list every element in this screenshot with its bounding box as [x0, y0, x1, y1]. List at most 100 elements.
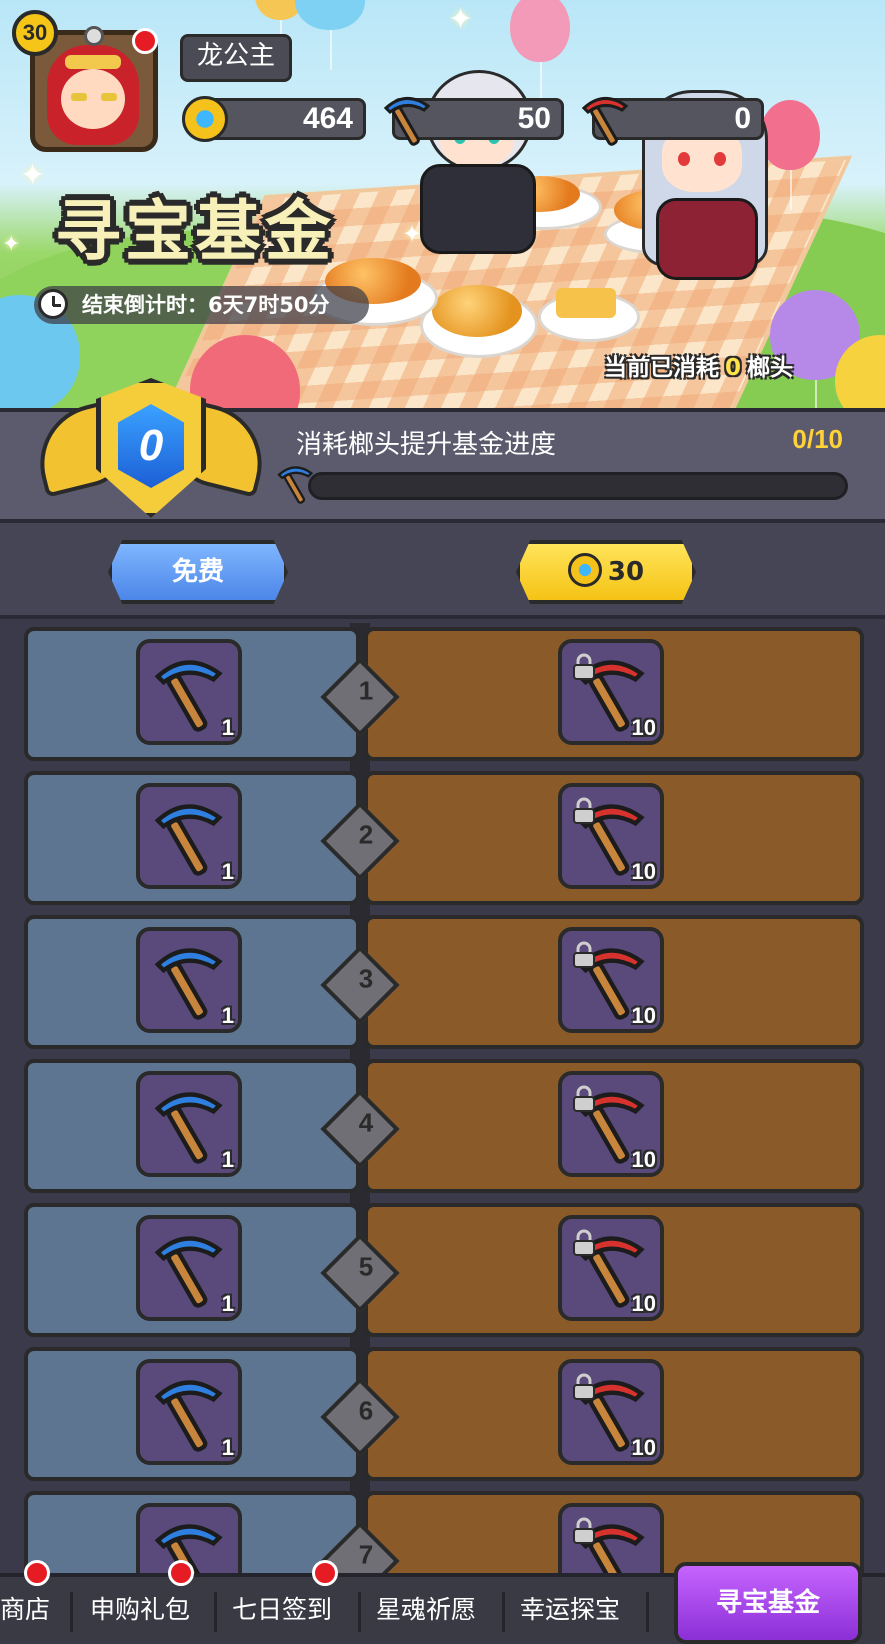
paid-tier-price: 30 — [607, 557, 645, 587]
level-number: 3 — [358, 963, 374, 994]
free-reward-item[interactable]: 1 — [136, 1215, 242, 1321]
diamond-coin-icon — [182, 96, 228, 142]
nav-separator — [358, 1592, 361, 1632]
paid-reward-item[interactable]: 10 — [558, 1503, 664, 1573]
notification-dot — [312, 1560, 338, 1586]
blue-pickaxe-icon — [154, 1236, 223, 1308]
countdown-text: 结束倒计时：6天7时50分 — [82, 293, 330, 317]
mooncake — [432, 285, 522, 337]
reward-row: 1 10 6 — [24, 1343, 864, 1481]
player-name: 龙公主 — [180, 34, 293, 82]
blue-pickaxe-icon — [154, 948, 223, 1020]
free-reward-qty: 1 — [221, 1147, 234, 1172]
red-pickaxe-count: 0 — [734, 102, 751, 135]
red-pickaxe-icon — [581, 97, 629, 146]
nav-separator — [646, 1592, 649, 1632]
countdown-pill: 结束倒计时：6天7时50分 — [34, 286, 370, 324]
nav-separator — [214, 1592, 217, 1632]
free-reward-qty: 1 — [221, 1435, 234, 1460]
lock-icon — [573, 1373, 595, 1400]
lock-icon — [573, 797, 595, 824]
sparkle-icon: ✦ — [20, 158, 46, 193]
free-reward-qty: 1 — [221, 715, 234, 740]
nav-treasure-fund-active[interactable]: 寻宝基金 — [674, 1562, 862, 1644]
free-reward-qty: 1 — [221, 859, 234, 884]
notification-dot — [168, 1560, 194, 1586]
reward-row: 1 10 1 — [24, 623, 864, 761]
clock-icon — [38, 289, 68, 319]
reward-row: 1 10 3 — [24, 911, 864, 1049]
diamond-count: 464 — [302, 102, 353, 135]
progress-bar — [308, 472, 848, 500]
progress-count: 0/10 — [792, 424, 843, 454]
blue-pickaxe-icon — [154, 660, 223, 732]
lock-icon — [573, 653, 595, 680]
reward-row: 1 10 5 — [24, 1199, 864, 1337]
paid-reward-item[interactable]: 10 — [558, 927, 664, 1033]
paid-tier-button[interactable]: 30 — [516, 540, 696, 604]
sparkle-icon: ✦ — [2, 232, 21, 257]
level-number: 2 — [358, 819, 374, 850]
reward-row: 1 10 2 — [24, 767, 864, 905]
avatar-notification-dot — [132, 28, 158, 54]
free-tier-button[interactable]: 免费 — [108, 540, 288, 604]
paid-reward-item[interactable]: 10 — [558, 639, 664, 745]
blue-pickaxe-icon — [154, 804, 223, 876]
balloon — [510, 0, 570, 102]
fund-level-emblem: 0 — [27, 378, 275, 528]
consumed-summary: 当前已消耗 0 榔头 — [604, 348, 793, 382]
paid-reward-qty: 10 — [631, 859, 656, 884]
blue-pickaxe-icon — [154, 1092, 223, 1164]
free-reward-qty: 1 — [221, 1291, 234, 1316]
nav-purchase-pack[interactable]: 申购礼包 — [90, 1590, 190, 1626]
sparkle-icon: ✦ — [448, 2, 474, 37]
level-number: 4 — [358, 1107, 374, 1138]
paid-reward-qty: 10 — [631, 1003, 656, 1028]
level-number: 7 — [358, 1539, 374, 1570]
diamond-coin-icon — [567, 552, 602, 587]
paid-reward-item[interactable]: 10 — [558, 783, 664, 889]
boy-character — [416, 70, 536, 254]
nav-seven-day-signin[interactable]: 七日签到 — [232, 1590, 332, 1626]
nav-separator — [502, 1592, 505, 1632]
free-reward-item[interactable]: 1 — [136, 639, 242, 745]
reward-row: 1 10 7 — [24, 1487, 864, 1573]
paid-reward-item[interactable]: 10 — [558, 1071, 664, 1177]
free-reward-qty: 1 — [221, 1003, 234, 1028]
reward-row: 1 10 4 — [24, 1055, 864, 1193]
nav-shop[interactable]: 商店 — [0, 1590, 50, 1626]
paid-reward-qty: 10 — [631, 1291, 656, 1316]
blue-pickaxe-icon — [383, 97, 431, 146]
balloon — [295, 0, 365, 70]
free-reward-item[interactable]: 1 — [136, 927, 242, 1033]
paid-reward-item[interactable]: 10 — [558, 1215, 664, 1321]
nav-lucky-treasure[interactable]: 幸运探宝 — [520, 1590, 620, 1626]
consumed-prefix: 当前已消耗 — [603, 355, 719, 381]
free-reward-item[interactable]: 1 — [136, 783, 242, 889]
blue-pickaxe-icon — [154, 1380, 223, 1452]
settings-icon — [84, 26, 104, 46]
banner: ✦ ✦ ✦ ✦ 30 龙公主 464 50 0 寻宝基金 结束倒计时：6天7时5… — [0, 0, 885, 408]
free-reward-item[interactable]: 1 — [136, 1359, 242, 1465]
lock-icon — [573, 941, 595, 968]
level-number: 1 — [358, 675, 374, 706]
level-number: 6 — [358, 1395, 374, 1426]
consumed-value: 0 — [724, 355, 741, 381]
reward-list[interactable]: 1 10 1 1 10 2 1 10 3 1 10 4 1 10 5 1 10 … — [0, 623, 885, 1573]
paid-reward-qty: 10 — [631, 1147, 656, 1172]
consumed-suffix: 榔头 — [747, 355, 793, 381]
event-title: 寻宝基金 — [55, 193, 335, 270]
nav-separator — [70, 1592, 73, 1632]
lock-icon — [573, 1229, 595, 1256]
free-reward-item[interactable]: 1 — [136, 1071, 242, 1177]
level-number: 5 — [358, 1251, 374, 1282]
paid-reward-qty: 10 — [631, 715, 656, 740]
progress-label: 消耗榔头提升基金进度 — [296, 430, 557, 460]
paid-reward-item[interactable]: 10 — [558, 1359, 664, 1465]
nav-star-soul-wish[interactable]: 星魂祈愿 — [376, 1590, 476, 1626]
notification-dot — [24, 1560, 50, 1586]
blue-pickaxe-count: 50 — [517, 102, 551, 135]
lock-icon — [573, 1517, 595, 1544]
cake — [556, 288, 616, 318]
lock-icon — [573, 1085, 595, 1112]
